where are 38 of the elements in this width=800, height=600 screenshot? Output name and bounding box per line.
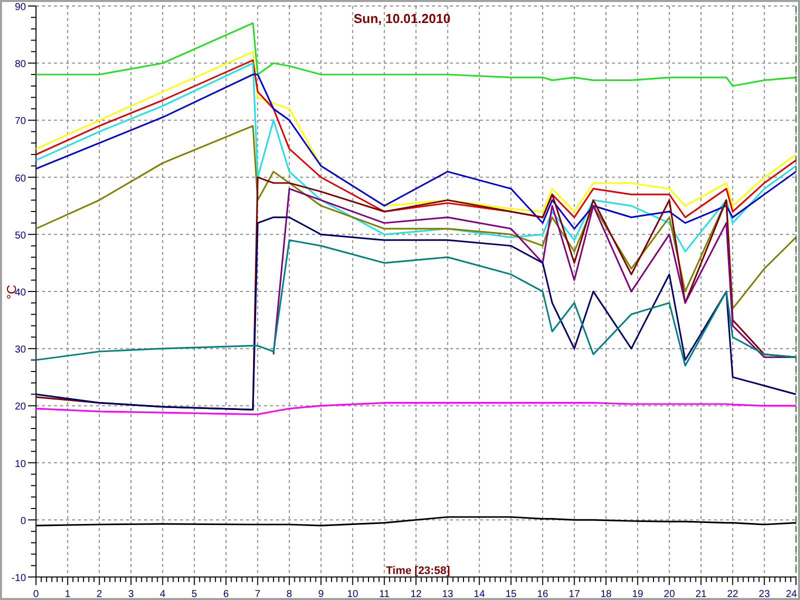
x-tick-label: 18 (600, 589, 612, 598)
x-tick-label: 21 (695, 589, 707, 598)
y-tick-label: 30 (14, 344, 26, 356)
y-tick-label: 60 (14, 173, 26, 184)
y-tick-label: 70 (14, 116, 26, 128)
x-tick-label: 10 (347, 589, 358, 598)
x-tick-label: 11 (379, 589, 390, 598)
x-tick-label: 9 (318, 589, 324, 598)
x-tick-label: 2 (96, 589, 102, 598)
y-tick-label: 50 (14, 230, 26, 242)
x-tick-label: 5 (192, 589, 198, 598)
x-tick-label: 17 (568, 589, 580, 598)
x-tick-label: 8 (286, 589, 292, 598)
x-tick-label: 14 (474, 589, 485, 598)
x-tick-label: 4 (160, 589, 166, 598)
x-tick-label: 6 (223, 589, 229, 598)
y-tick-label: 10 (14, 458, 26, 470)
x-tick-label: 12 (410, 589, 422, 598)
y-tick-label: 20 (14, 402, 26, 413)
x-tick-label: 15 (505, 589, 517, 598)
x-tick-label: 1 (64, 589, 70, 598)
x-tick-label: 23 (758, 589, 770, 598)
x-tick-label: 19 (632, 589, 644, 598)
x-tick-label: 7 (254, 589, 260, 598)
x-tick-label: 20 (664, 589, 675, 598)
x-tick-label: 3 (128, 589, 134, 598)
y-tick-label: 90 (14, 2, 26, 13)
x-tick-label: 13 (442, 589, 454, 598)
x-tick-label: 24 (786, 589, 797, 598)
x-tick-label: 0 (33, 589, 39, 598)
y-tick-label: 0 (20, 516, 26, 527)
x-axis-label: Time [23:58] (386, 565, 450, 577)
y-tick-label: -10 (12, 573, 26, 584)
y-tick-label: 80 (14, 59, 26, 70)
x-tick-label: 22 (727, 589, 738, 598)
chart-title: Sun, 10.01.2010 (354, 11, 450, 26)
y-tick-label: 40 (14, 288, 26, 298)
x-tick-label: 16 (537, 589, 548, 598)
